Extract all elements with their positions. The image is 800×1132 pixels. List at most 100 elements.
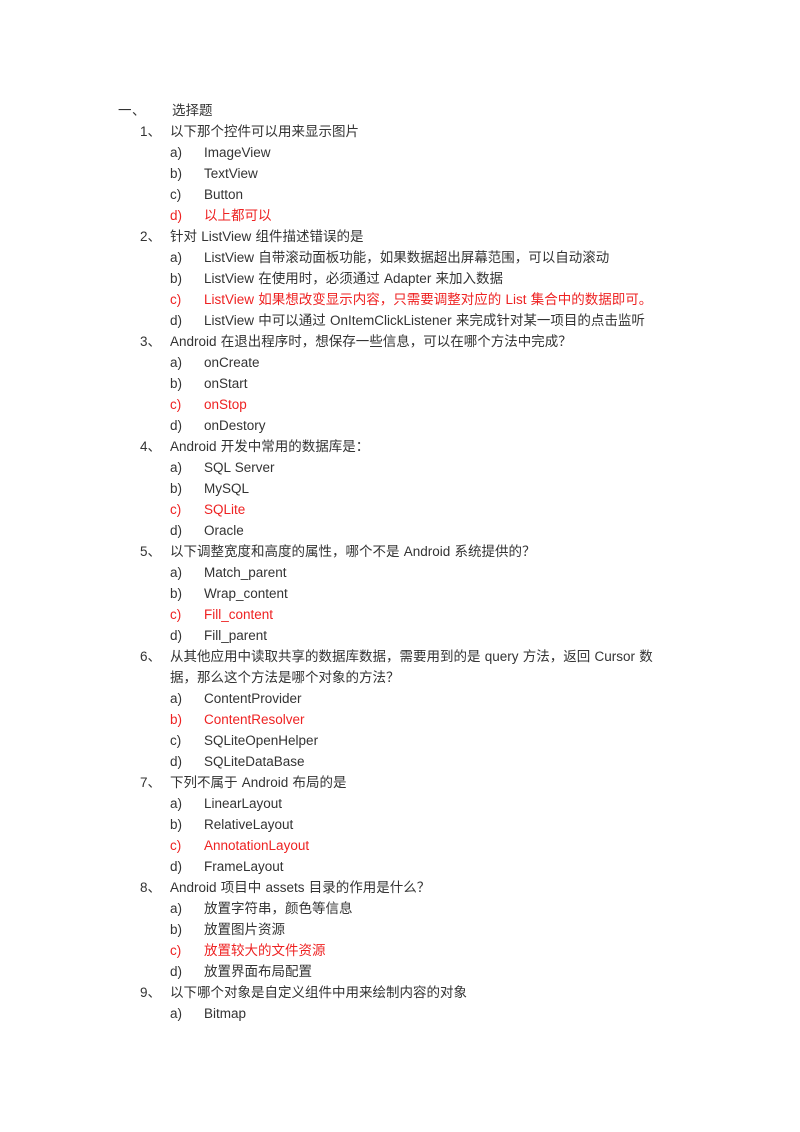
option-text: RelativeLayout: [204, 817, 294, 832]
section-heading: 一、 选择题: [118, 100, 678, 121]
option-text: ListView 如果想改变显示内容，只需要调整对应的 List 集合中的数据即…: [204, 292, 653, 307]
question: 6、 从其他应用中读取共享的数据库数据，需要用到的是 query 方法，返回 Cu…: [140, 646, 678, 688]
option[interactable]: d) FrameLayout: [170, 856, 678, 877]
option-letter: a): [170, 145, 183, 160]
option-text: SQLite: [204, 502, 246, 517]
answer-option[interactable]: c) Fill_content: [170, 604, 678, 625]
question: 8、 Android 项目中 assets 目录的作用是什么？: [140, 877, 678, 898]
option-letter: c): [170, 733, 182, 748]
answer-option[interactable]: c) SQLite: [170, 499, 678, 520]
option-text: Fill_content: [204, 607, 274, 622]
question-number: 8、: [140, 880, 162, 895]
option-text: ListView 自带滚动面板功能，如果数据超出屏幕范围，可以自动滚动: [204, 250, 610, 265]
option-letter: c): [170, 607, 182, 622]
option[interactable]: d) 放置界面布局配置: [170, 961, 678, 982]
option-letter: d): [170, 628, 183, 643]
option[interactable]: c) SQLiteOpenHelper: [170, 730, 678, 751]
question: 7、 下列不属于 Android 布局的是: [140, 772, 678, 793]
option-letter: b): [170, 922, 183, 937]
answer-option[interactable]: b) ContentResolver: [170, 709, 678, 730]
option[interactable]: a) ListView 自带滚动面板功能，如果数据超出屏幕范围，可以自动滚动: [170, 247, 678, 268]
option[interactable]: d) onDestory: [170, 415, 678, 436]
option[interactable]: a) LinearLayout: [170, 793, 678, 814]
option-letter: b): [170, 271, 183, 286]
answer-option[interactable]: d) 以上都可以: [170, 205, 678, 226]
option[interactable]: a) onCreate: [170, 352, 678, 373]
document-body: 一、 选择题 1、 以下那个控件可以用来显示图片 a) ImageView b) Text…: [118, 100, 678, 1024]
option[interactable]: a) 放置字符串，颜色等信息: [170, 898, 678, 919]
option-text: 放置图片资源: [204, 922, 285, 937]
option-letter: d): [170, 754, 183, 769]
option[interactable]: b) Wrap_content: [170, 583, 678, 604]
question: 3、 Android 在退出程序时，想保存一些信息，可以在哪个方法中完成？: [140, 331, 678, 352]
option-letter: b): [170, 376, 183, 391]
question-text: 下列不属于 Android 布局的是: [170, 775, 347, 790]
option[interactable]: a) Match_parent: [170, 562, 678, 583]
option-letter: a): [170, 460, 183, 475]
option-text: Wrap_content: [204, 586, 288, 601]
option[interactable]: b) MySQL: [170, 478, 678, 499]
option[interactable]: b) onStart: [170, 373, 678, 394]
question-text: 以下哪个对象是自定义组件中用来绘制内容的对象: [170, 985, 467, 1000]
option[interactable]: a) SQL Server: [170, 457, 678, 478]
option-letter: c): [170, 397, 182, 412]
question-number: 2、: [140, 229, 162, 244]
question-text: Android 在退出程序时，想保存一些信息，可以在哪个方法中完成？: [170, 334, 572, 349]
option-text: SQLiteOpenHelper: [204, 733, 319, 748]
option-letter: b): [170, 586, 183, 601]
option-letter: a): [170, 796, 183, 811]
option[interactable]: b) RelativeLayout: [170, 814, 678, 835]
option-text: AnnotationLayout: [204, 838, 310, 853]
option[interactable]: a) ImageView: [170, 142, 678, 163]
answer-option[interactable]: c) ListView 如果想改变显示内容，只需要调整对应的 List 集合中的数…: [170, 289, 678, 310]
option-letter: a): [170, 565, 183, 580]
option[interactable]: d) Fill_parent: [170, 625, 678, 646]
option-text: FrameLayout: [204, 859, 284, 874]
question-text: 以下调整宽度和高度的属性，哪个不是 Android 系统提供的？: [170, 544, 536, 559]
option-text: ContentResolver: [204, 712, 305, 727]
question: 5、 以下调整宽度和高度的属性，哪个不是 Android 系统提供的？: [140, 541, 678, 562]
option-letter: c): [170, 943, 182, 958]
answer-option[interactable]: c) AnnotationLayout: [170, 835, 678, 856]
question-number: 6、: [140, 649, 162, 664]
option-letter: b): [170, 481, 183, 496]
answer-option[interactable]: c) 放置较大的文件资源: [170, 940, 678, 961]
question-number: 9、: [140, 985, 162, 1000]
section-number: 一、: [118, 103, 146, 118]
option-letter: a): [170, 355, 183, 370]
question-text: Android 项目中 assets 目录的作用是什么？: [170, 880, 431, 895]
option-letter: b): [170, 166, 183, 181]
option[interactable]: d) ListView 中可以通过 OnItemClickListener 来完成…: [170, 310, 678, 331]
question: 1、 以下那个控件可以用来显示图片: [140, 121, 678, 142]
option-text: ListView 在使用时，必须通过 Adapter 来加入数据: [204, 271, 504, 286]
option-text: 放置字符串，颜色等信息: [204, 901, 353, 916]
option-letter: a): [170, 691, 183, 706]
option-letter: c): [170, 187, 182, 202]
option[interactable]: a) ContentProvider: [170, 688, 678, 709]
option-text: 以上都可以: [204, 208, 272, 223]
option[interactable]: d) Oracle: [170, 520, 678, 541]
option[interactable]: b) ListView 在使用时，必须通过 Adapter 来加入数据: [170, 268, 678, 289]
option-text: onCreate: [204, 355, 260, 370]
option-letter: b): [170, 712, 183, 727]
option[interactable]: b) TextView: [170, 163, 678, 184]
question: 4、 Android 开发中常用的数据库是：: [140, 436, 678, 457]
option[interactable]: d) SQLiteDataBase: [170, 751, 678, 772]
question-number: 5、: [140, 544, 162, 559]
option-text: TextView: [204, 166, 258, 181]
option[interactable]: c) Button: [170, 184, 678, 205]
option-text: onDestory: [204, 418, 266, 433]
option-letter: b): [170, 817, 183, 832]
option[interactable]: a) Bitmap: [170, 1003, 678, 1024]
option-letter: d): [170, 313, 183, 328]
option-letter: d): [170, 964, 183, 979]
option-letter: d): [170, 523, 183, 538]
option[interactable]: b) 放置图片资源: [170, 919, 678, 940]
option-text: Bitmap: [204, 1006, 247, 1021]
option-text: 放置界面布局配置: [204, 964, 312, 979]
answer-option[interactable]: c) onStop: [170, 394, 678, 415]
section-title: 选择题: [172, 103, 213, 118]
question-list: 1、 以下那个控件可以用来显示图片 a) ImageView b) TextView c) B…: [118, 121, 678, 1024]
question-number: 3、: [140, 334, 162, 349]
option-text: onStop: [204, 397, 247, 412]
